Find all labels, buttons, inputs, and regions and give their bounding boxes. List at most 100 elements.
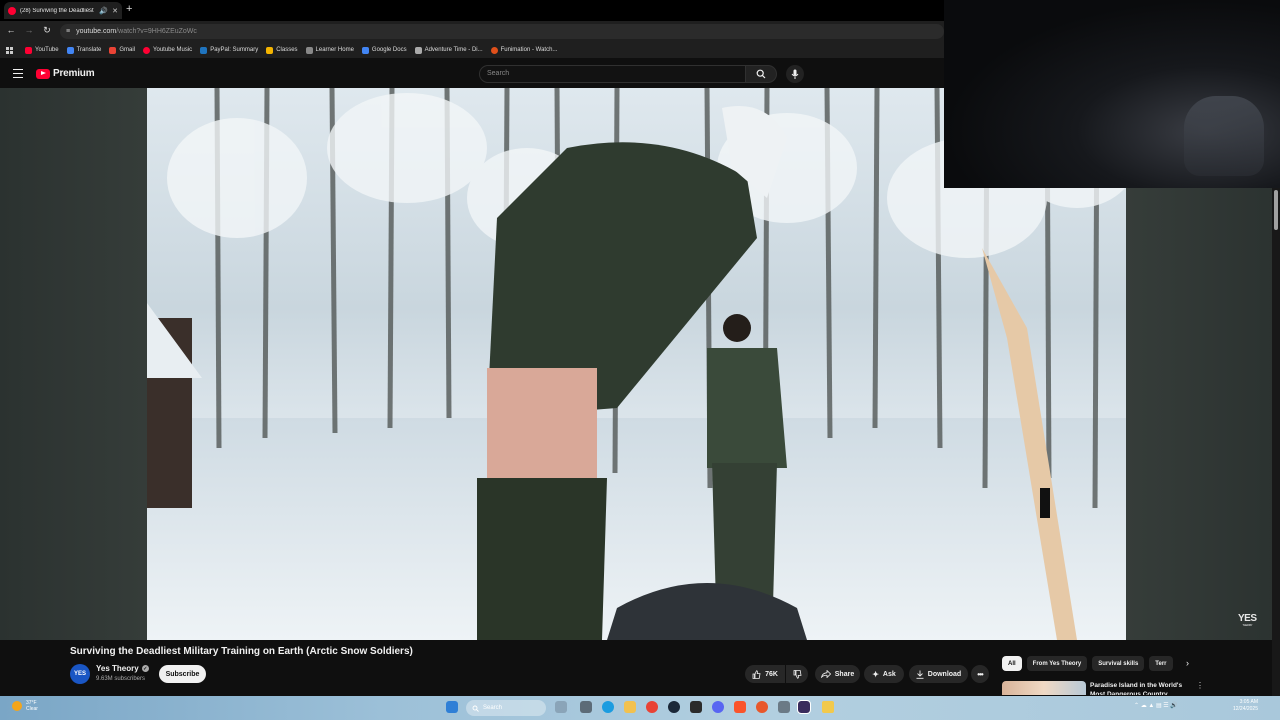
url-host: youtube.com (76, 28, 117, 35)
clock-time: 3:05 AM (1239, 699, 1258, 705)
recommended-video-title[interactable]: Paradise Island in the World's Most Dang… (1090, 681, 1190, 695)
discord-icon[interactable] (712, 701, 724, 713)
channel-watermark[interactable]: YES THEORY (1238, 613, 1257, 627)
more-actions-button[interactable]: ••• (971, 665, 989, 683)
funimation-bookmark-icon (490, 46, 498, 54)
site-info-icon[interactable]: ≡ (66, 28, 70, 35)
close-tab-icon[interactable]: ✕ (112, 7, 118, 15)
youtube-bookmark-icon (25, 46, 32, 54)
file-explorer-icon[interactable] (624, 701, 636, 713)
share-button[interactable]: Share (815, 665, 860, 683)
youtube-premium-logo[interactable]: Premium (36, 68, 95, 79)
chip-all[interactable]: All (1002, 656, 1022, 671)
speaker-icon[interactable]: 🔊 (99, 7, 108, 15)
windows-start-icon[interactable] (446, 701, 458, 713)
ask-button[interactable]: ✦ Ask (864, 665, 904, 683)
paypal-bookmark-icon (200, 46, 208, 54)
google-docs-bookmark-icon (361, 46, 369, 54)
like-button[interactable]: 76K (745, 665, 785, 683)
taskbar-clock[interactable]: 3:05 AM 12/24/2025 (1226, 699, 1258, 713)
media-app-icon[interactable] (756, 701, 768, 713)
thumbs-up-icon (752, 669, 761, 679)
kebab-menu-icon[interactable]: ⋮ (1196, 681, 1204, 690)
page-scrollbar[interactable] (1272, 188, 1280, 696)
logo-wordmark: Premium (53, 68, 95, 79)
edge-browser-icon[interactable] (602, 701, 614, 713)
bookmark-youtube-music[interactable]: Youtube Music (143, 46, 193, 54)
bookmark-funimation[interactable]: Funimation - Watch... (490, 46, 557, 54)
address-bar[interactable]: ≡ youtube.com/watch?v=9HH6ZEuZoWc (60, 24, 944, 39)
forward-icon[interactable]: → (22, 25, 36, 35)
bookmark-learner-home[interactable]: Learner Home (305, 46, 354, 54)
translate-bookmark-icon (66, 46, 74, 54)
reload-icon[interactable]: ↻ (40, 25, 54, 36)
channel-avatar[interactable]: YES (70, 664, 90, 684)
menu-icon[interactable] (13, 69, 23, 78)
youtube-play-logo-icon (36, 68, 50, 79)
weather-condition: Clear (26, 706, 38, 712)
bookmark-translate[interactable]: Translate (66, 46, 101, 54)
dislike-button[interactable] (786, 665, 808, 683)
youtube-music-bookmark-icon (143, 46, 151, 54)
sun-icon (12, 701, 22, 711)
voice-search-button[interactable] (786, 65, 804, 83)
download-icon (916, 670, 924, 679)
bookmark-label: Classes (276, 47, 298, 53)
warning-app-icon[interactable] (822, 701, 834, 713)
share-icon (820, 670, 831, 678)
channel-name[interactable]: Yes Theory (96, 664, 139, 673)
chip-from-yes-theory[interactable]: From Yes Theory (1026, 656, 1088, 671)
game-app-icon[interactable] (690, 701, 702, 713)
bookmark-adventure-time[interactable]: Adventure Time - Di... (414, 46, 483, 54)
obs-studio-icon[interactable] (797, 700, 811, 714)
bookmark-label: YouTube (35, 47, 59, 53)
subscriber-count: 9.63M subscribers (96, 676, 146, 682)
gmail-bookmark-icon (109, 46, 117, 54)
address-url: youtube.com/watch?v=9HH6ZEuZoWc (76, 28, 197, 35)
new-tab-icon[interactable]: + (126, 3, 132, 15)
taskbar-search-label: Search (483, 705, 503, 711)
search-input[interactable]: Search (479, 65, 746, 83)
adventure-time-bookmark-icon (414, 46, 422, 54)
chip-terr[interactable]: Terr (1149, 656, 1173, 671)
recommended-video-thumbnail[interactable] (1002, 681, 1086, 695)
channel-name-row[interactable]: Yes Theory ✓ (96, 664, 149, 673)
more-horizontal-icon: ••• (977, 669, 983, 679)
subscribe-button[interactable]: Subscribe (159, 665, 206, 683)
search-icon (756, 69, 766, 79)
download-button[interactable]: Download (909, 665, 968, 683)
back-icon[interactable]: ← (4, 25, 18, 35)
microphone-icon (791, 69, 799, 79)
bookmark-label: Google Docs (371, 47, 407, 53)
brave-browser-icon[interactable] (734, 701, 746, 713)
bookmark-paypal[interactable]: PayPal: Summary (200, 46, 258, 54)
chip-survival-skills[interactable]: Survival skills (1092, 656, 1145, 671)
steam-icon[interactable] (668, 701, 680, 713)
share-label: Share (834, 670, 855, 678)
search-button[interactable] (745, 65, 777, 83)
bookmark-classes[interactable]: Classes (266, 46, 298, 54)
bookmark-label: Learner Home (315, 47, 354, 53)
taskbar-search[interactable]: Search (466, 700, 546, 716)
bookmark-google-docs[interactable]: Google Docs (361, 46, 407, 54)
weather-widget[interactable]: 37°F Clear (12, 700, 38, 712)
tab-title: (28) Surviving the Deadliest (20, 7, 94, 14)
chevron-right-icon[interactable]: › (1186, 658, 1189, 668)
scrollbar-thumb[interactable] (1274, 190, 1278, 230)
system-tray-icons[interactable]: ⌃ ☁ ▲ ▤ ☰ 🔊 (1134, 702, 1178, 709)
chrome-browser-icon[interactable] (646, 701, 658, 713)
bookmark-gmail[interactable]: Gmail (109, 46, 135, 54)
windows-taskbar (0, 696, 1280, 720)
settings-gear-icon[interactable] (778, 701, 790, 713)
classes-bookmark-icon (266, 46, 274, 54)
verified-check-icon: ✓ (141, 665, 149, 672)
task-view-icon[interactable] (580, 701, 592, 713)
download-label: Download (927, 670, 962, 678)
widgets-icon[interactable] (555, 701, 567, 713)
like-count: 76K (765, 670, 778, 678)
browser-tab-active[interactable]: (28) Surviving the Deadliest 🔊 ✕ (4, 2, 122, 19)
learner-home-bookmark-icon (305, 46, 313, 54)
bookmark-youtube[interactable]: YouTube (25, 46, 59, 54)
apps-grid-icon[interactable] (6, 46, 13, 54)
bookmark-label: Youtube Music (153, 47, 193, 53)
